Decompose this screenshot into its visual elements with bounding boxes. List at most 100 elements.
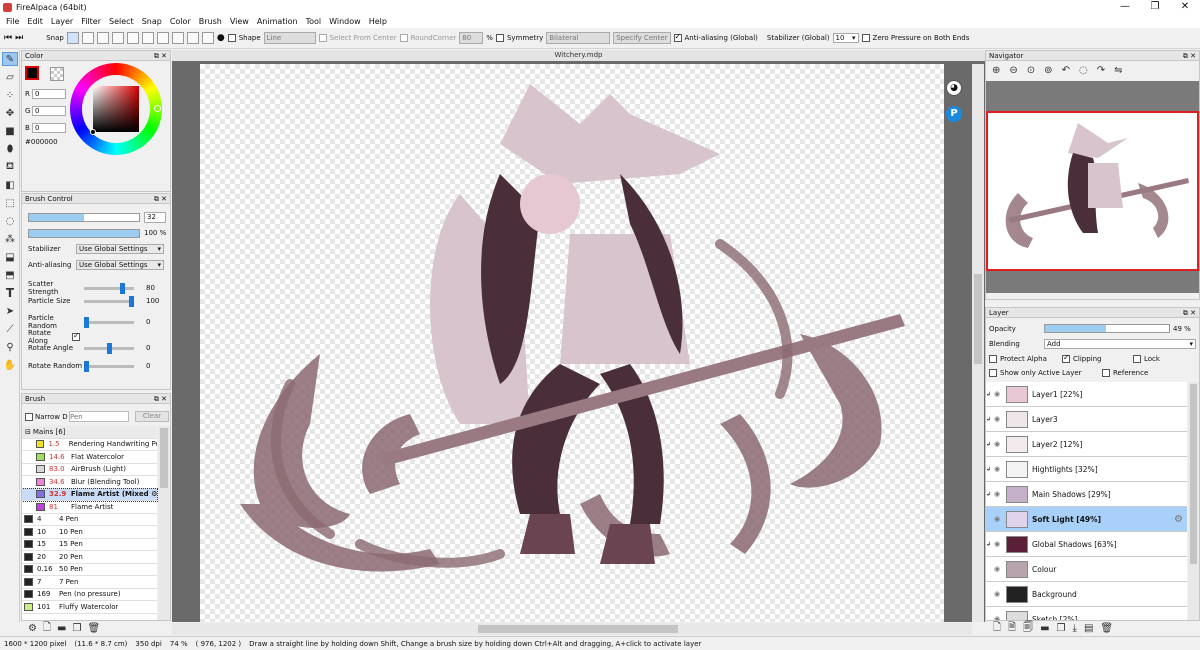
hue-handle[interactable] — [154, 105, 161, 112]
zero-pressure-checkbox[interactable] — [861, 34, 870, 42]
minimize-button[interactable]: — — [1110, 0, 1140, 14]
brush-list-item[interactable]: 20 20 Pen — [22, 551, 157, 564]
panel-controls-icon[interactable]: ⧉ ✕ — [1183, 51, 1196, 61]
brush-list-scrollbar[interactable] — [158, 426, 170, 620]
show-active-checkbox[interactable] — [989, 369, 997, 377]
zoom-in-icon[interactable]: ⊕ — [992, 65, 1000, 76]
select-pen-tool-icon[interactable]: ⬓ — [2, 250, 18, 264]
visibility-eye-icon[interactable]: ◉ — [991, 590, 1003, 598]
brush-stabilizer-select[interactable]: Use Global Settings — [76, 244, 164, 254]
canvas-paper[interactable] — [200, 64, 944, 622]
layer-row[interactable]: ↲ ◉ Layer3 — [986, 407, 1187, 432]
b-input[interactable]: 0 — [32, 123, 66, 133]
brush-list-item[interactable]: 169 Pen (no pressure) — [22, 588, 157, 601]
prev-frame-icon[interactable]: ⏮ — [4, 33, 12, 43]
round-corner-input[interactable]: 80 — [459, 32, 484, 44]
rect-fill-tool-icon[interactable]: ■ — [2, 124, 18, 138]
move-tool-icon[interactable]: ✥ — [2, 106, 18, 120]
folder-icon[interactable]: ▬ — [57, 623, 66, 634]
navigator-viewport[interactable] — [986, 111, 1199, 271]
visibility-eye-icon[interactable]: ◉ — [991, 465, 1003, 473]
color-picker-handle[interactable] — [90, 129, 96, 135]
shape-select[interactable]: Line — [263, 32, 316, 44]
rotate-along-checkbox[interactable] — [72, 331, 80, 341]
menu-help[interactable]: Help — [365, 17, 391, 26]
layer-row[interactable]: ◉ Soft Light [49%] ⚙ — [986, 507, 1187, 532]
brush-list-item[interactable]: 101 Fluffy Watercolor — [22, 601, 157, 614]
layer-row[interactable]: ↲ ◉ Global Shadows [63%] — [986, 532, 1187, 557]
layer-list-scrollbar[interactable] — [1188, 382, 1199, 620]
brush-list-item[interactable]: 0.16 50 Pen — [22, 563, 157, 576]
snap-parallel-icon[interactable] — [81, 32, 94, 44]
secondary-color-swatch[interactable] — [50, 67, 64, 81]
layer-properties-icon[interactable]: ▤ — [1084, 623, 1093, 634]
bucket-tool-icon[interactable]: ⛾ — [2, 160, 18, 174]
new-folder-icon[interactable]: ▬ — [1040, 623, 1049, 634]
lock-checkbox[interactable] — [1133, 355, 1141, 363]
brush-tool-icon[interactable]: ✎ — [2, 52, 18, 66]
canvas-vertical-scrollbar[interactable] — [972, 64, 984, 622]
protect-alpha-checkbox[interactable] — [989, 355, 997, 363]
round-corner-checkbox[interactable] — [399, 34, 408, 42]
rotate-angle-slider[interactable] — [84, 342, 134, 354]
select-from-center-checkbox[interactable] — [318, 34, 327, 42]
select-eraser-tool-icon[interactable]: ⬒ — [2, 268, 18, 282]
brush-search-input[interactable] — [69, 411, 129, 422]
blending-select[interactable]: Add — [1044, 339, 1196, 349]
flip-icon[interactable]: ⇋ — [1114, 65, 1122, 76]
hue-wheel[interactable] — [70, 63, 162, 155]
clear-button[interactable]: Clear — [135, 411, 169, 422]
specify-center-button[interactable]: Specify Center — [613, 32, 671, 44]
mascot-icon[interactable]: ◕ — [946, 80, 962, 96]
snap-radial-icon[interactable] — [126, 32, 139, 44]
reference-checkbox[interactable] — [1102, 369, 1110, 377]
menu-window[interactable]: Window — [325, 17, 365, 26]
select-tool-icon[interactable]: ⬚ — [2, 196, 18, 210]
clipping-checkbox[interactable] — [1062, 353, 1070, 363]
brush-list-item[interactable]: 7 7 Pen — [22, 576, 157, 589]
stabilizer-select[interactable]: 10 — [832, 33, 859, 43]
snap-grid-icon[interactable] — [186, 32, 199, 44]
magic-wand-tool-icon[interactable]: ⁂ — [2, 232, 18, 246]
brush-settings-icon[interactable]: ⚙ — [28, 623, 37, 634]
panel-controls-icon[interactable]: ⧉ ✕ — [154, 51, 167, 61]
layer-opacity-bar[interactable] — [1044, 324, 1170, 333]
brush-list-item[interactable]: 32.9 Flame Artist (Mixed ⚙ — [22, 487, 158, 502]
rotate-reset-icon[interactable]: ◌ — [1079, 65, 1088, 76]
maximize-button[interactable]: ❐ — [1140, 0, 1170, 14]
lasso-tool-icon[interactable]: ◌ — [2, 214, 18, 228]
scatter-slider[interactable] — [84, 282, 134, 294]
menu-filter[interactable]: Filter — [77, 17, 105, 26]
new-brush-icon[interactable]: 🗋 — [43, 620, 51, 637]
brush-antialias-select[interactable]: Use Global Settings — [76, 260, 164, 270]
layer-row[interactable]: ↲ ◉ Layer2 [12%] — [986, 432, 1187, 457]
delete-brush-icon[interactable]: 🗑 — [87, 623, 100, 634]
canvas-horizontal-scrollbar[interactable] — [172, 623, 972, 635]
brush-list-item[interactable]: 15 15 Pen — [22, 538, 157, 551]
menu-view[interactable]: View — [226, 17, 253, 26]
panel-controls-icon[interactable]: ⧉ ✕ — [154, 394, 167, 404]
panel-controls-icon[interactable]: ⧉ ✕ — [154, 194, 167, 204]
snap-3d-icon[interactable] — [171, 32, 184, 44]
brush-list-item[interactable]: 14.6 Flat Watercolor — [22, 451, 157, 464]
primary-color-swatch[interactable] — [25, 66, 39, 80]
share-p-icon[interactable]: P — [946, 106, 962, 122]
brush-list-item[interactable]: 10 10 Pen — [22, 526, 157, 539]
snap-off-icon[interactable] — [66, 32, 79, 44]
menu-select[interactable]: Select — [105, 17, 138, 26]
visibility-eye-icon[interactable]: ◉ — [991, 515, 1003, 523]
layer-row[interactable]: ↲ ◉ Main Shadows [29%] — [986, 482, 1187, 507]
menu-brush[interactable]: Brush — [195, 17, 226, 26]
merge-down-icon[interactable]: ⤓ — [1073, 623, 1077, 634]
brush-size-input[interactable]: 32 — [144, 212, 166, 223]
particle-random-slider[interactable] — [84, 316, 134, 328]
hand-tool-icon[interactable]: ✋ — [2, 358, 18, 372]
navigator-preview[interactable] — [986, 81, 1199, 293]
lasso-fill-tool-icon[interactable]: ⬮ — [2, 142, 18, 156]
eraser-tool-icon[interactable]: ▱ — [2, 70, 18, 84]
duplicate-layer-icon[interactable]: ❐ — [1057, 623, 1066, 634]
saturation-value-square[interactable] — [93, 86, 139, 132]
layer-row[interactable]: ◉ Background — [986, 582, 1187, 607]
zoom-fit-icon[interactable]: ⊙ — [1027, 65, 1035, 76]
antialias-checkbox[interactable] — [673, 32, 682, 42]
